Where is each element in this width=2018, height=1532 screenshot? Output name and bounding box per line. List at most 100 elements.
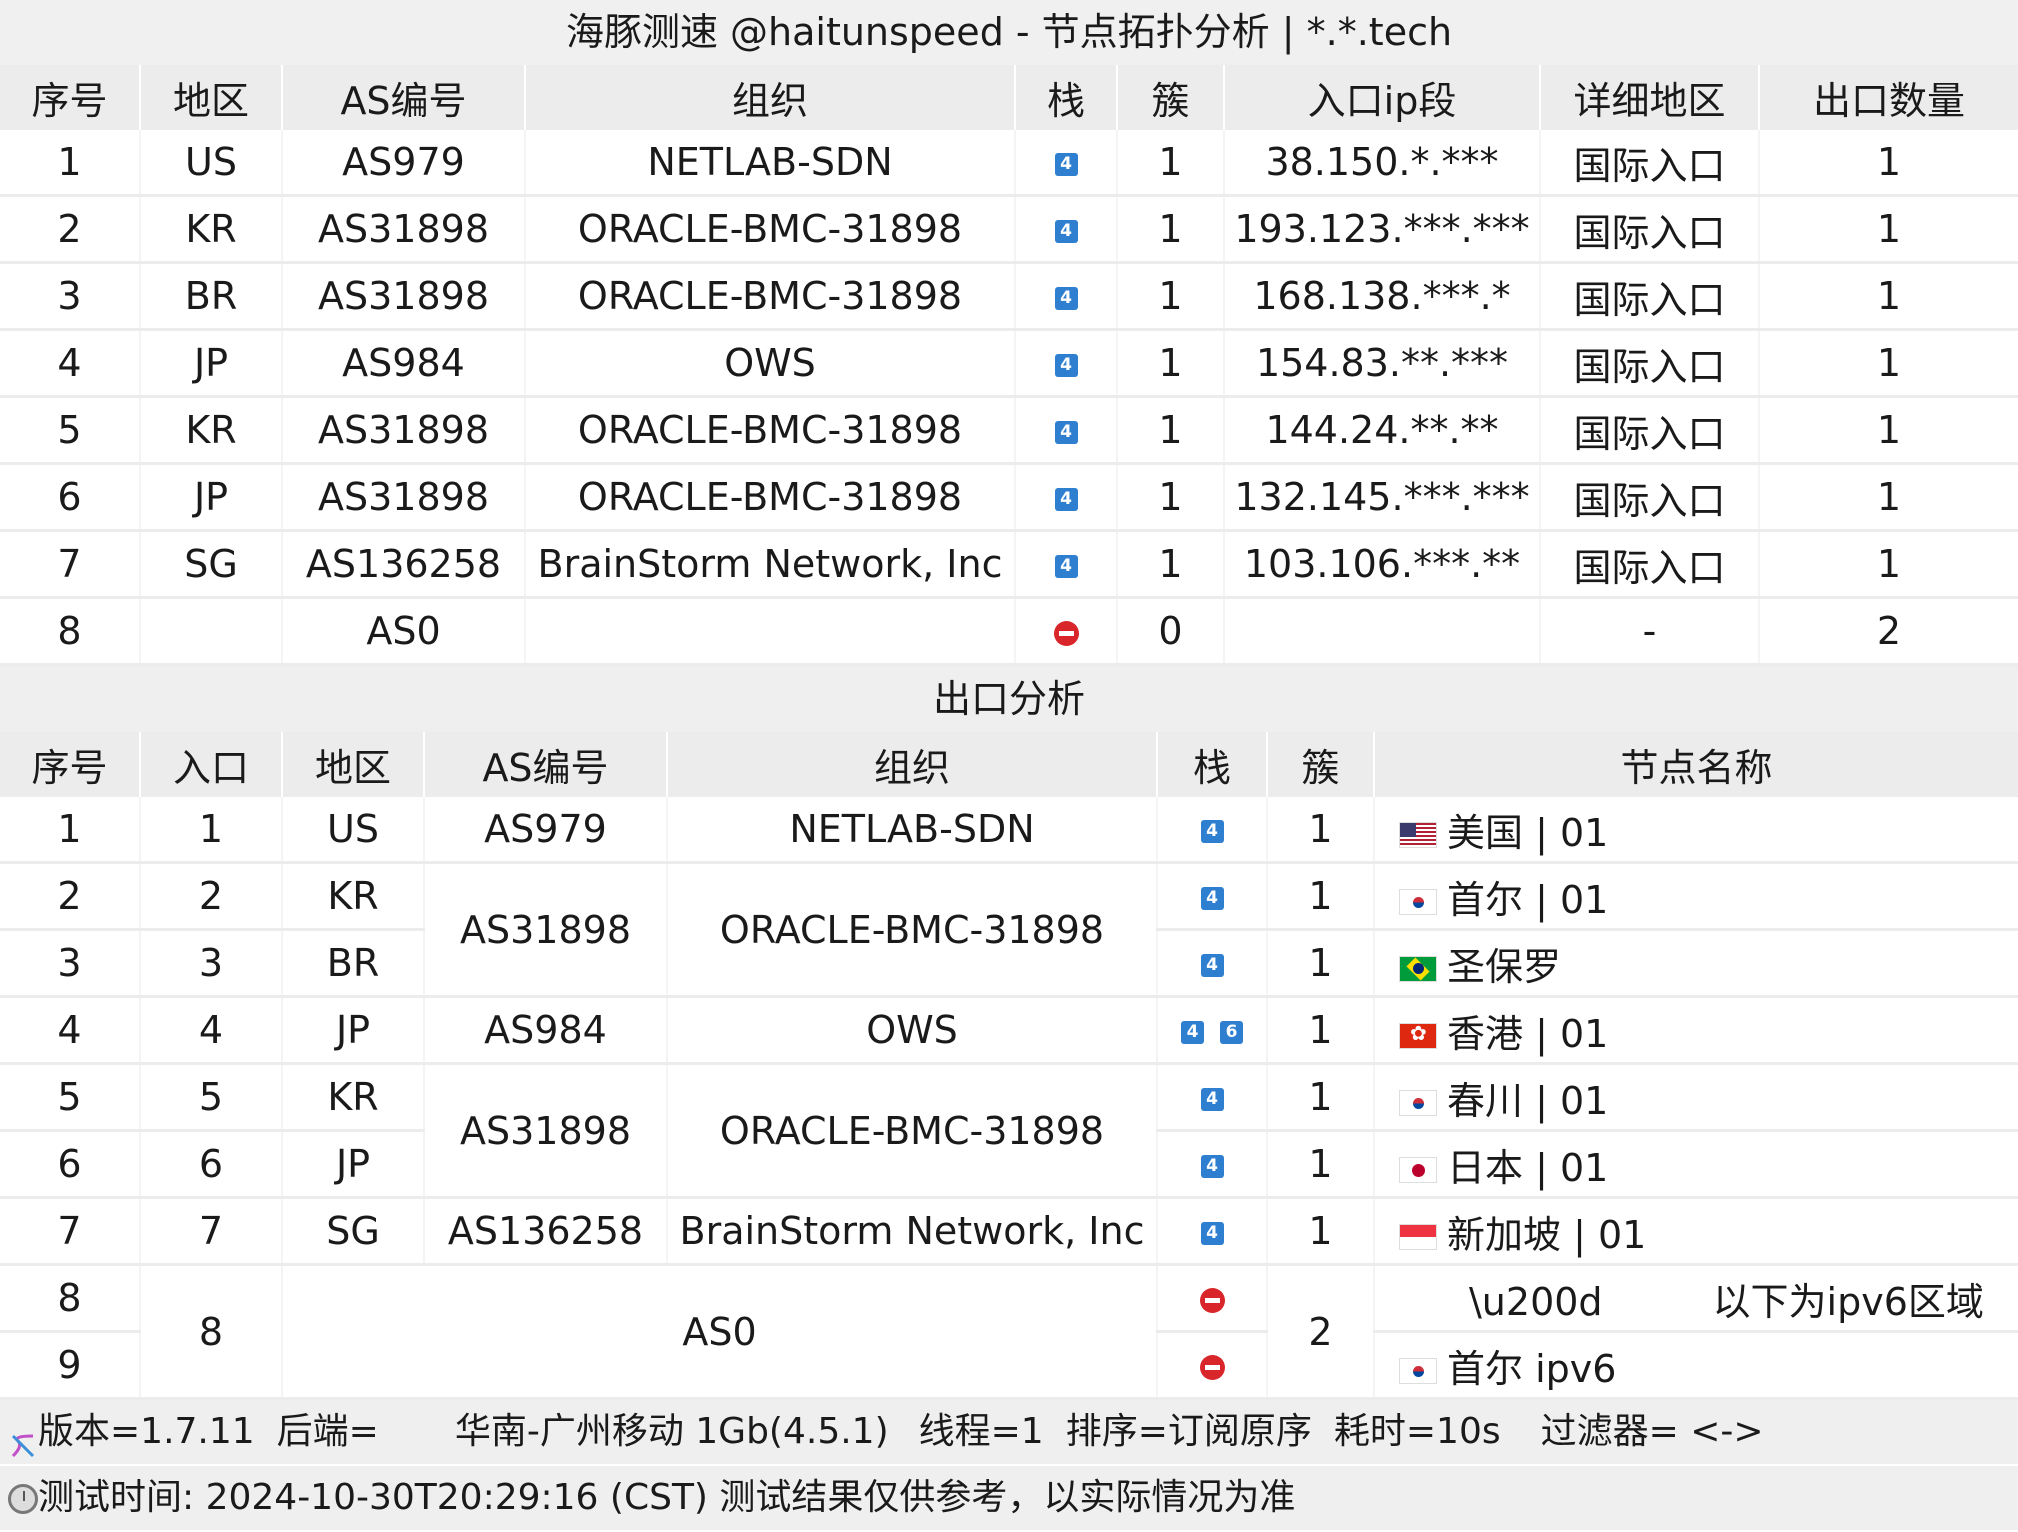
table-row: 1 1 US AS979 NETLAB-SDN 4 1 美国 | 01	[0, 797, 2018, 864]
table-row: 7 SG AS136258 BrainStorm Network, Inc 4 …	[0, 530, 2018, 599]
cell-org: NETLAB-SDN	[667, 797, 1158, 864]
header-cell: AS编号	[282, 65, 526, 130]
cell-asn: AS979	[282, 130, 526, 197]
cell-cluster: 2	[1267, 1264, 1375, 1400]
cell-cluster: 1	[1117, 195, 1225, 264]
cell-cluster: 1	[1267, 862, 1375, 931]
test-time-text: 测试时间: 2024-10-30T20:29:16 (CST) 测试结果仅供参考…	[38, 1477, 1296, 1518]
cell-org: ORACLE-BMC-31898	[525, 463, 1016, 532]
cell-cluster: 1	[1267, 929, 1375, 998]
cell-detail: 国际入口	[1540, 329, 1760, 398]
table-row: 4 4 JP AS984 OWS 46 1 香港 | 01	[0, 996, 2018, 1065]
kr-flag-icon	[1399, 1090, 1437, 1116]
cell-cluster: 0	[1117, 597, 1225, 666]
dna-icon	[8, 1418, 38, 1458]
cell-detail: -	[1540, 597, 1760, 666]
cell-asn: AS984	[424, 996, 668, 1065]
cell-cluster: 1	[1267, 1063, 1375, 1132]
ipv4-badge-icon: 4	[1200, 887, 1224, 910]
cell-detail: 国际入口	[1540, 396, 1760, 465]
cell-idx: 8	[0, 597, 141, 666]
ipv6-badge-icon: 6	[1220, 1021, 1243, 1044]
entry-table-header: 序号 地区 AS编号 组织 栈 簇 入口ip段 详细地区 出口数量	[0, 65, 2018, 130]
br-flag-icon	[1399, 956, 1437, 982]
cell-stack: 4	[1015, 329, 1118, 398]
exit-section-title: 出口分析	[0, 666, 2018, 732]
cell-idx: 5	[0, 1063, 141, 1132]
cell-cluster: 1	[1117, 530, 1225, 599]
cell-exits: 1	[1759, 262, 2018, 331]
ipv4-badge-icon: 4	[1054, 555, 1078, 578]
cell-stack: 4	[1015, 130, 1118, 197]
cell-ip: 168.138.***.*	[1224, 262, 1541, 331]
table-row: 3 BR AS31898 ORACLE-BMC-31898 4 1 168.13…	[0, 262, 2018, 331]
cell-ip: 193.123.***.***	[1224, 195, 1541, 264]
cell-asn: AS0	[282, 597, 526, 666]
cell-region: KR	[282, 862, 425, 931]
cell-node-name: 首尔 ipv6	[1374, 1331, 2018, 1400]
cell-region: SG	[282, 1197, 425, 1266]
cell-detail: 国际入口	[1540, 262, 1760, 331]
cell-stack	[1157, 1264, 1268, 1333]
cell-detail: 国际入口	[1540, 130, 1760, 197]
cell-node-name: 圣保罗	[1374, 929, 2018, 998]
cell-asn: AS136258	[424, 1197, 668, 1266]
cell-stack: 4	[1015, 262, 1118, 331]
node-name: 新加坡 | 01	[1447, 1212, 1647, 1257]
table-row: 5 5 KR AS31898 ORACLE-BMC-31898 4 1 春川 |…	[0, 1063, 2018, 1199]
cell-org: BrainStorm Network, Inc	[525, 530, 1016, 599]
cell-exits: 1	[1759, 130, 2018, 197]
cell-org: ORACLE-BMC-31898	[525, 195, 1016, 264]
cell-entry: 6	[140, 1130, 283, 1199]
cell-ip: 132.145.***.***	[1224, 463, 1541, 532]
footer-time-bar: 测试时间: 2024-10-30T20:29:16 (CST) 测试结果仅供参考…	[0, 1466, 2018, 1532]
header-cell: 簇	[1117, 65, 1225, 130]
cell-stack	[1157, 1331, 1268, 1400]
node-name: 圣保罗	[1447, 944, 1562, 989]
cell-org: NETLAB-SDN	[525, 130, 1016, 197]
header-cell: 详细地区	[1540, 65, 1760, 130]
cell-region: KR	[282, 1063, 425, 1132]
cell-entry: 2	[140, 862, 283, 931]
cell-node-name: 美国 | 01	[1374, 797, 2018, 864]
header-cell: 簇	[1267, 732, 1375, 797]
table-row: 7 7 SG AS136258 BrainStorm Network, Inc …	[0, 1197, 2018, 1266]
no-entry-icon	[1199, 1288, 1225, 1313]
cell-stack: 4	[1015, 530, 1118, 599]
cell-region: KR	[140, 195, 283, 264]
header-cell: 序号	[0, 732, 141, 797]
cell-org: OWS	[525, 329, 1016, 398]
cell-cluster: 1	[1117, 329, 1225, 398]
cell-region: US	[282, 797, 425, 864]
cell-idx: 3	[0, 929, 141, 998]
cell-idx: 7	[0, 530, 141, 599]
cell-stack: 4	[1015, 396, 1118, 465]
cell-ip: 103.106.***.**	[1224, 530, 1541, 599]
ipv4-badge-icon: 4	[1054, 287, 1078, 310]
header-cell: 入口ip段	[1224, 65, 1541, 130]
cell-ip	[1224, 597, 1541, 666]
cell-idx: 6	[0, 463, 141, 532]
cell-region: JP	[140, 329, 283, 398]
cell-org: BrainStorm Network, Inc	[667, 1197, 1158, 1266]
table-row: 5 KR AS31898 ORACLE-BMC-31898 4 1 144.24…	[0, 396, 2018, 465]
cell-region: JP	[140, 463, 283, 532]
cell-exits: 1	[1759, 396, 2018, 465]
cell-stack: 4	[1157, 862, 1268, 931]
cell-cluster: 1	[1117, 396, 1225, 465]
node-name: 以下为ipv6区域	[1712, 1279, 1984, 1324]
cell-idx: 7	[0, 1197, 141, 1266]
cell-asn: AS984	[282, 329, 526, 398]
sort-text: 排序=订阅原序	[1065, 1411, 1312, 1452]
cell-entry: 5	[140, 1063, 283, 1132]
cell-stack	[1015, 597, 1118, 666]
header-cell: 节点名称	[1374, 732, 2018, 797]
header-cell: 栈	[1015, 65, 1118, 130]
node-name: 香港 | 01	[1447, 1011, 1609, 1056]
cell-asn: AS136258	[282, 530, 526, 599]
ipv4-badge-icon: 4	[1054, 421, 1078, 444]
cell-stack: 4	[1015, 463, 1118, 532]
cell-detail: 国际入口	[1540, 463, 1760, 532]
cell-asn: AS31898	[282, 195, 526, 264]
cell-region: BR	[282, 929, 425, 998]
